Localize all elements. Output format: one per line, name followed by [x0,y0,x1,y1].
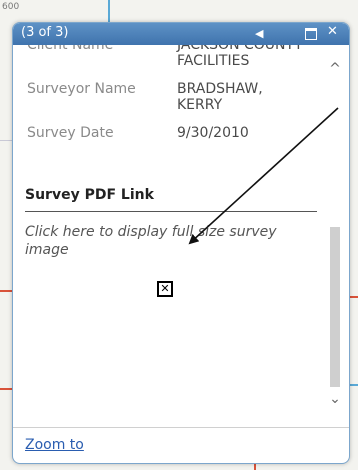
map-scale-label: 600 [2,2,20,12]
field-row-survey-date: Survey Date 9/30/2010 [27,125,249,141]
scroll-up-icon[interactable]: ^ [327,61,343,77]
field-row-surveyor-name: Surveyor Name BRADSHAW, KERRY [27,81,263,113]
field-label: Client Name [27,45,114,53]
popup-content: Client Name JACKSON COUNTY FACILITIES Su… [13,45,327,429]
popup-title: (3 of 3) [21,25,69,40]
section-divider [25,211,317,212]
previous-feature-button[interactable]: ◀ [255,27,263,40]
feature-popup: (3 of 3) ◀ ✕ Client Name JACKSON COUNTY … [12,22,350,464]
field-value: JACKSON COUNTY FACILITIES [177,45,303,69]
section-title: Survey PDF Link [25,187,154,203]
map-road-line [108,0,110,22]
field-row-client-name: Client Name JACKSON COUNTY FACILITIES [27,45,303,69]
popup-titlebar: (3 of 3) ◀ ✕ [13,23,349,45]
map-boundary-line [0,388,12,390]
survey-pdf-link[interactable]: Click here to display full size survey i… [25,223,315,259]
zoom-to-link[interactable]: Zoom to [25,437,84,453]
map-boundary-line [0,290,12,292]
broken-image-icon[interactable]: ✕ [157,281,173,297]
vertical-scrollbar[interactable]: ^ ⌄ [327,57,343,409]
scrollbar-thumb[interactable] [330,227,340,387]
close-button[interactable]: ✕ [327,24,338,39]
field-value: BRADSHAW, KERRY [177,81,263,113]
field-value: 9/30/2010 [177,125,249,141]
field-label: Surveyor Name [27,81,136,97]
maximize-button[interactable] [305,24,317,44]
footer-divider [13,427,349,428]
scroll-down-icon[interactable]: ⌄ [327,391,343,407]
maximize-icon [305,28,317,40]
field-label: Survey Date [27,125,114,141]
map-parcel-line [0,140,12,141]
